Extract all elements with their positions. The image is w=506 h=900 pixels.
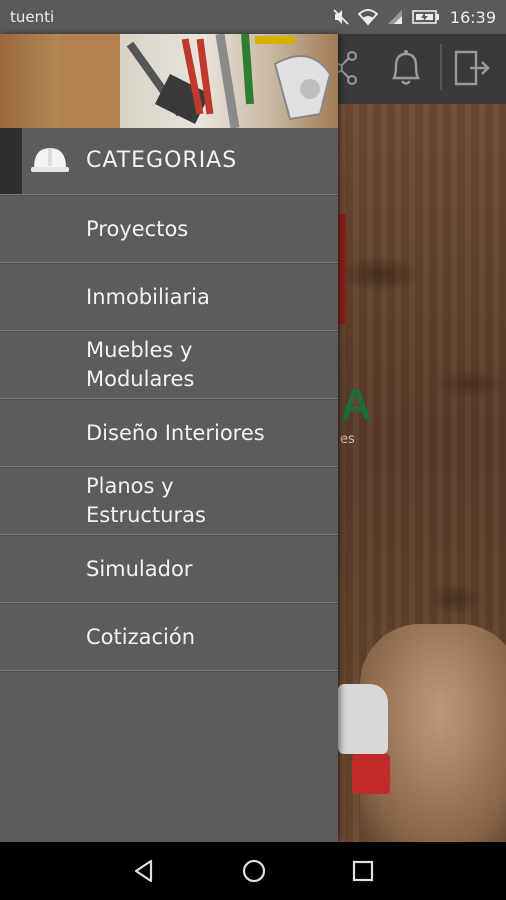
- menu-item-simulador[interactable]: Simulador: [0, 536, 338, 602]
- menu-item-label: Planos y Estructuras: [86, 474, 206, 527]
- menu-item-label: Diseño Interiores: [86, 420, 265, 445]
- clock: 16:39: [449, 7, 496, 27]
- menu-item-diseno-interiores[interactable]: Diseño Interiores: [0, 400, 338, 466]
- status-icons: 16:39: [332, 8, 496, 27]
- status-bar: tuenti 16:39: [0, 0, 506, 34]
- menu-item-label: Inmobiliaria: [86, 284, 210, 309]
- bell-icon[interactable]: [384, 46, 428, 94]
- system-nav-bar: [0, 842, 506, 900]
- menu-item-label: Cotización: [86, 624, 196, 649]
- menu-item-inmobiliaria[interactable]: Inmobiliaria: [0, 264, 338, 330]
- menu-item-label: Muebles y Modulares: [86, 338, 195, 391]
- home-icon[interactable]: [240, 857, 268, 885]
- navigation-drawer: CATEGORIAS Proyectos Inmobiliaria Mueble…: [0, 34, 338, 842]
- menu-item-label: Simulador: [86, 556, 193, 581]
- logo-fragment-red: [338, 214, 346, 324]
- menu-item-proyectos[interactable]: Proyectos: [0, 196, 338, 262]
- category-title: CATEGORIAS: [86, 148, 238, 173]
- helmet-icon: [30, 144, 70, 180]
- selection-indicator: [0, 128, 22, 194]
- menu-item-muebles-modulares[interactable]: Muebles y Modulares: [0, 332, 338, 398]
- header-divider: [440, 44, 442, 90]
- category-header[interactable]: CATEGORIAS: [0, 128, 338, 194]
- logo-fragment: A: [340, 380, 372, 429]
- back-icon[interactable]: [131, 858, 157, 884]
- wifi-icon: [357, 8, 378, 26]
- carrier-label: tuenti: [10, 8, 55, 26]
- signal-icon: [386, 8, 404, 26]
- hammer-handle-image: [352, 754, 390, 794]
- menu-item-label: Proyectos: [86, 216, 189, 241]
- mute-icon: [332, 8, 350, 26]
- logout-icon[interactable]: [450, 46, 494, 94]
- battery-icon: [412, 9, 440, 25]
- recents-icon[interactable]: [351, 859, 375, 883]
- menu-item-planos-estructuras[interactable]: Planos y Estructuras: [0, 468, 338, 534]
- drawer-header-image: [0, 34, 338, 128]
- menu-item-cotizacion[interactable]: Cotización: [0, 604, 338, 670]
- tools-illustration: [60, 34, 332, 128]
- divider: [0, 670, 338, 672]
- hammer-image: [338, 684, 388, 754]
- tagline-fragment: es: [340, 432, 355, 447]
